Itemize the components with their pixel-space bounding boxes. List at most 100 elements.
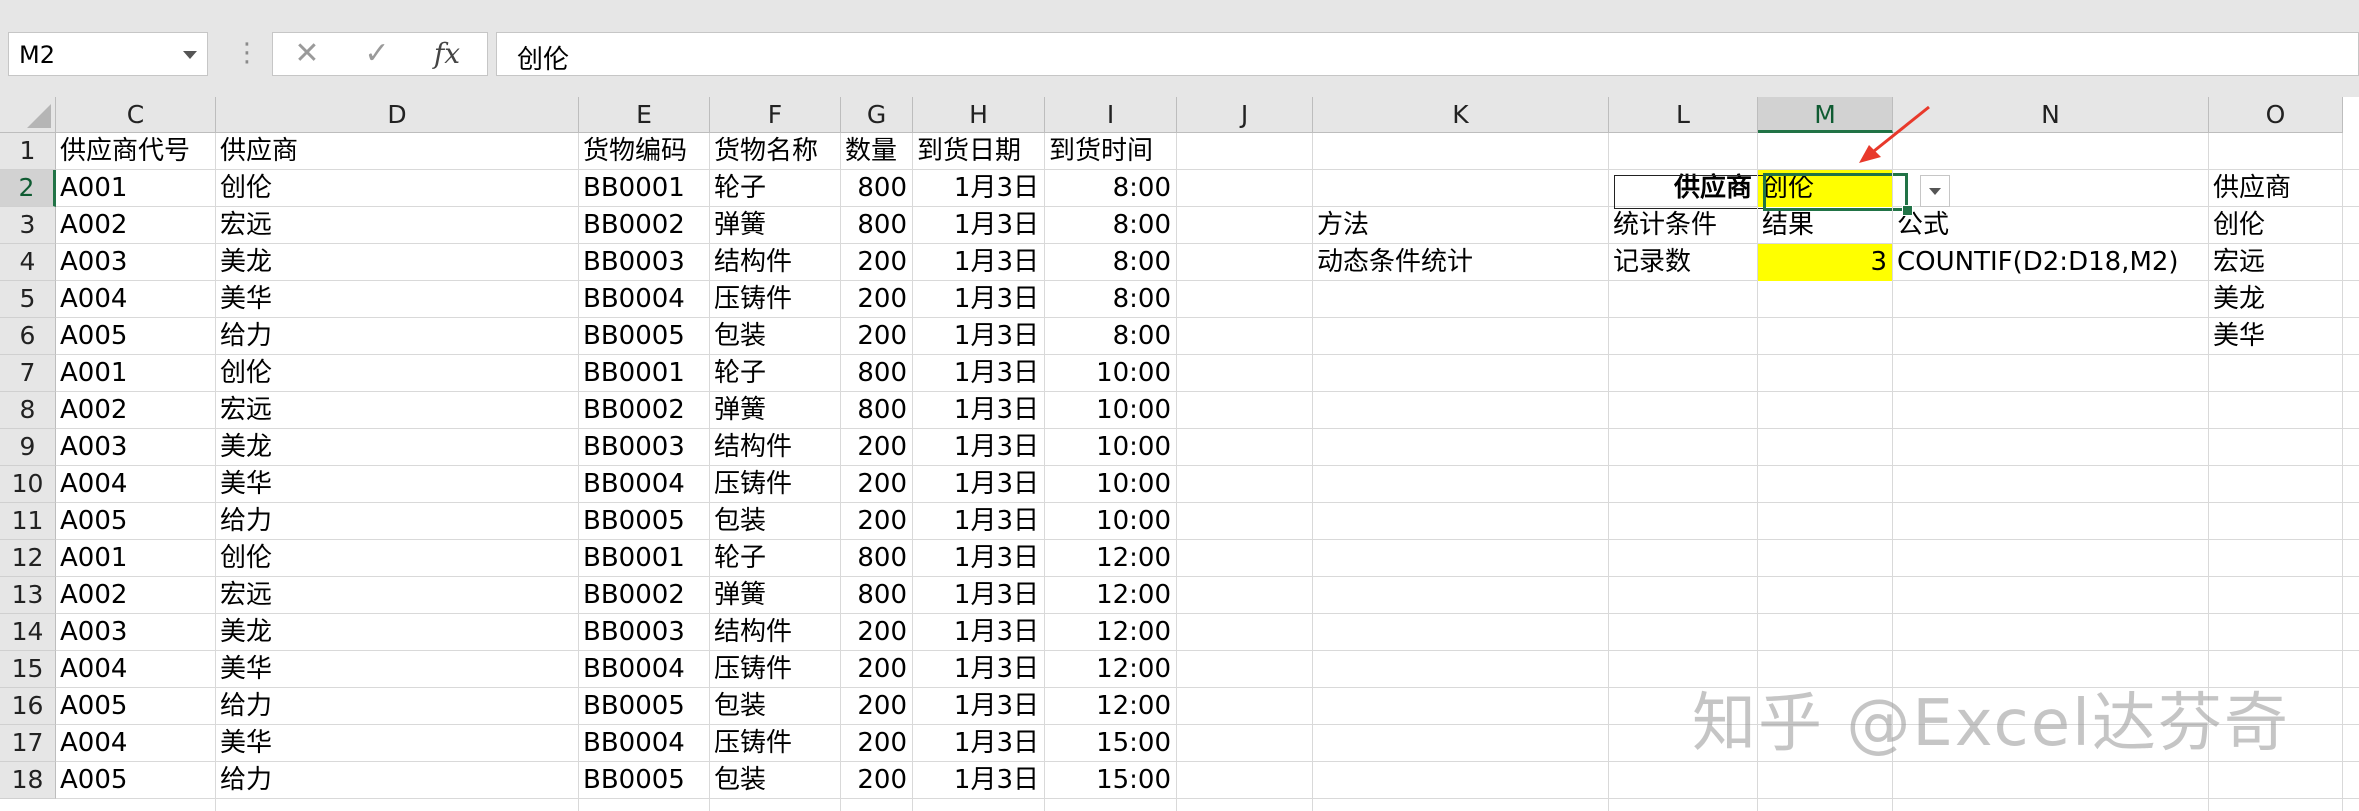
table-cell[interactable]: A001	[56, 540, 216, 577]
table-cell[interactable]: BB0002	[579, 577, 710, 614]
row-header-7[interactable]: 7	[0, 355, 56, 392]
table-cell[interactable]: 宏远	[216, 577, 579, 614]
table-cell[interactable]: 200	[841, 244, 913, 281]
name-box[interactable]: M2	[8, 32, 208, 76]
table-cell[interactable]: BB0004	[579, 466, 710, 503]
condition-header-cell[interactable]: 统计条件	[1609, 207, 1758, 244]
row-header-18[interactable]: 18	[0, 762, 56, 799]
table-header-cell[interactable]: 供应商代号	[56, 133, 236, 170]
column-header-h[interactable]: H	[913, 97, 1045, 133]
row-header-15[interactable]: 15	[0, 651, 56, 688]
row-header-5[interactable]: 5	[0, 281, 56, 318]
table-cell[interactable]: 宏远	[216, 207, 579, 244]
table-cell[interactable]: 800	[841, 577, 913, 614]
table-cell[interactable]: BB0003	[579, 429, 710, 466]
table-cell[interactable]: 1月3日	[913, 281, 1045, 318]
column-header-d[interactable]: D	[216, 97, 579, 133]
table-cell[interactable]: A004	[56, 651, 216, 688]
table-cell[interactable]: 8:00	[1045, 318, 1177, 355]
table-cell[interactable]: 10:00	[1045, 429, 1177, 466]
row-header-3[interactable]: 3	[0, 207, 56, 244]
table-cell[interactable]: 压铸件	[710, 725, 841, 762]
method-cell[interactable]: 动态条件统计	[1313, 244, 1609, 281]
table-cell[interactable]: 8:00	[1045, 281, 1177, 318]
table-cell[interactable]: 轮子	[710, 355, 841, 392]
row-header-14[interactable]: 14	[0, 614, 56, 651]
table-cell[interactable]: A004	[56, 281, 216, 318]
table-cell[interactable]: 美龙	[216, 614, 579, 651]
table-cell[interactable]: 宏远	[216, 392, 579, 429]
table-cell[interactable]: 弹簧	[710, 577, 841, 614]
table-cell[interactable]: 200	[841, 466, 913, 503]
table-cell[interactable]: 给力	[216, 688, 579, 725]
table-cell[interactable]: 1月3日	[913, 429, 1045, 466]
result-header-cell[interactable]: 结果	[1758, 207, 1893, 244]
table-cell[interactable]: 1月3日	[913, 355, 1045, 392]
table-cell[interactable]: 创伦	[216, 540, 579, 577]
validation-dropdown-button[interactable]	[1920, 175, 1950, 207]
table-cell[interactable]: BB0004	[579, 281, 710, 318]
table-cell[interactable]: 1月3日	[913, 614, 1045, 651]
row-header-10[interactable]: 10	[0, 466, 56, 503]
table-cell[interactable]: BB0005	[579, 762, 710, 799]
result-cell[interactable]: 3	[1758, 244, 1893, 281]
supplier-list-cell[interactable]: 美龙	[2209, 281, 2343, 318]
column-header-k[interactable]: K	[1313, 97, 1609, 133]
table-cell[interactable]: 800	[841, 540, 913, 577]
row-header-9[interactable]: 9	[0, 429, 56, 466]
table-cell[interactable]: 1月3日	[913, 170, 1045, 207]
table-cell[interactable]: 12:00	[1045, 614, 1177, 651]
table-cell[interactable]: 200	[841, 429, 913, 466]
row-header-17[interactable]: 17	[0, 725, 56, 762]
table-cell[interactable]: 创伦	[216, 170, 579, 207]
formula-header-cell[interactable]: 公式	[1893, 207, 2209, 244]
column-header-f[interactable]: F	[710, 97, 841, 133]
table-cell[interactable]: 200	[841, 281, 913, 318]
table-cell[interactable]: 200	[841, 318, 913, 355]
supplier-list-cell[interactable]: 创伦	[2209, 207, 2343, 244]
row-header-16[interactable]: 16	[0, 688, 56, 725]
chevron-down-icon[interactable]	[183, 51, 197, 59]
table-cell[interactable]: 200	[841, 614, 913, 651]
column-header-j[interactable]: J	[1177, 97, 1313, 133]
table-cell[interactable]: BB0002	[579, 392, 710, 429]
table-cell[interactable]: 给力	[216, 503, 579, 540]
table-cell[interactable]: BB0005	[579, 318, 710, 355]
table-cell[interactable]: A005	[56, 503, 216, 540]
table-cell[interactable]: 200	[841, 725, 913, 762]
table-cell[interactable]: 结构件	[710, 429, 841, 466]
table-cell[interactable]: 1月3日	[913, 207, 1045, 244]
table-cell[interactable]: A001	[56, 355, 216, 392]
method-header-cell[interactable]: 方法	[1313, 207, 1609, 244]
table-cell[interactable]: 800	[841, 355, 913, 392]
condition-cell[interactable]: 记录数	[1609, 244, 1758, 281]
column-header-e[interactable]: E	[579, 97, 710, 133]
table-cell[interactable]: 8:00	[1045, 170, 1177, 207]
column-header-o[interactable]: O	[2209, 97, 2343, 133]
table-cell[interactable]: A004	[56, 466, 216, 503]
table-cell[interactable]: 结构件	[710, 614, 841, 651]
table-cell[interactable]: 美华	[216, 466, 579, 503]
table-cell[interactable]: 15:00	[1045, 762, 1177, 799]
table-cell[interactable]: 15:00	[1045, 725, 1177, 762]
table-cell[interactable]: A003	[56, 614, 216, 651]
table-cell[interactable]: 轮子	[710, 170, 841, 207]
table-cell[interactable]: 美华	[216, 651, 579, 688]
table-cell[interactable]: 美龙	[216, 244, 579, 281]
table-cell[interactable]: 压铸件	[710, 651, 841, 688]
column-header-c[interactable]: C	[56, 97, 216, 133]
table-cell[interactable]: 结构件	[710, 244, 841, 281]
table-cell[interactable]: 1月3日	[913, 466, 1045, 503]
table-cell[interactable]: BB0001	[579, 170, 710, 207]
table-cell[interactable]: A003	[56, 429, 216, 466]
table-header-cell[interactable]: 到货时间	[1045, 133, 1197, 170]
column-header-l[interactable]: L	[1609, 97, 1758, 133]
table-cell[interactable]: BB0004	[579, 725, 710, 762]
column-header-i[interactable]: I	[1045, 97, 1177, 133]
table-cell[interactable]: 800	[841, 392, 913, 429]
table-cell[interactable]: 1月3日	[913, 725, 1045, 762]
table-cell[interactable]: A005	[56, 688, 216, 725]
table-cell[interactable]: 200	[841, 651, 913, 688]
table-cell[interactable]: 8:00	[1045, 244, 1177, 281]
table-cell[interactable]: 给力	[216, 318, 579, 355]
